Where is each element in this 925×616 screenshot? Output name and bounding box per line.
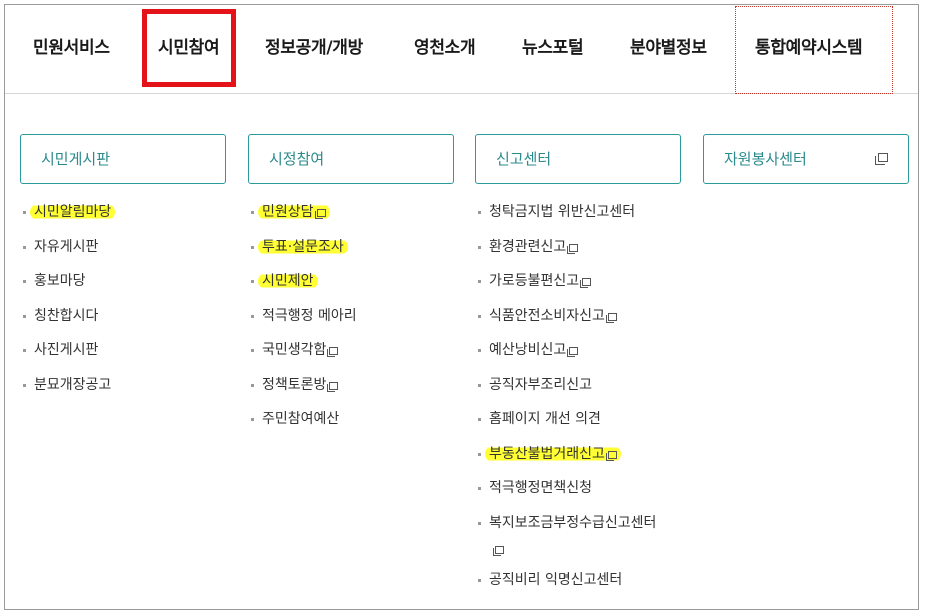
nav-citizen-participation[interactable]: 시민참여	[158, 33, 220, 58]
new-window-icon	[605, 312, 617, 323]
menu-link-label: 민원상담	[262, 204, 314, 220]
menu-link-civil-consult[interactable]: 민원상담	[258, 204, 330, 220]
list-item: 예산낭비신고	[475, 340, 681, 375]
nav-civil-service[interactable]: 민원서비스	[33, 33, 110, 58]
list-item: 가로등불편신고	[475, 271, 681, 306]
list-item: 분묘개장공고	[20, 375, 226, 410]
column-header-volunteer-center[interactable]: 자원봉사센터	[703, 134, 909, 184]
list-item: 시민제안	[248, 271, 454, 306]
menu-link-label: 정책토론방	[262, 376, 327, 393]
menu-link-policy-debate[interactable]: 정책토론방	[262, 376, 339, 393]
menu-link-homepage-feedback[interactable]: 홈페이지 개선 의견	[489, 411, 601, 427]
menu-column-municipal-participation: 시정참여 민원상담 투표·설문조사 시민제안 적극행정 메아리 국민생각함 정책…	[248, 134, 454, 444]
menu-column-citizen-board: 시민게시판 시민알림마당 자유게시판 홍보마당 칭찬합시다 사진게시판 분묘개장…	[20, 134, 226, 409]
list-item: 시민알림마당	[20, 202, 226, 237]
nav-reservation-system[interactable]: 통합예약시스템	[755, 33, 863, 58]
menu-list: 민원상담 투표·설문조사 시민제안 적극행정 메아리 국민생각함 정책토론방 주…	[248, 202, 454, 444]
list-item: 환경관련신고	[475, 237, 681, 272]
menu-link-citizen-notice[interactable]: 시민알림마당	[30, 204, 116, 220]
menu-link-national-ideas[interactable]: 국민생각함	[262, 342, 339, 358]
new-window-icon	[567, 347, 579, 357]
menu-link-label: 식품안전소비자신고	[489, 307, 605, 324]
list-item: 자유게시판	[20, 237, 226, 272]
new-window-icon	[580, 278, 592, 288]
column-header-citizen-board[interactable]: 시민게시판	[20, 134, 226, 184]
menu-column-volunteer-center: 자원봉사센터	[703, 134, 909, 184]
new-window-icon	[567, 243, 579, 254]
menu-link-streetlight-report[interactable]: 가로등불편신고	[489, 273, 592, 289]
new-window-icon	[314, 209, 326, 219]
menu-link-citizen-proposal[interactable]: 시민제안	[258, 273, 318, 289]
menu-link-label: 부동산불법거래신고	[489, 445, 605, 462]
top-navigation: 민원서비스 시민참여 정보공개/개방 영천소개 뉴스포털 분야별정보 통합예약시…	[5, 5, 918, 94]
column-header-municipal-participation[interactable]: 시정참여	[248, 134, 454, 184]
menu-link-grave-notice[interactable]: 분묘개장공고	[34, 377, 111, 393]
menu-link-environment-report[interactable]: 환경관련신고	[489, 238, 579, 255]
list-item: 국민생각함	[248, 340, 454, 375]
menu-link-promotion[interactable]: 홍보마당	[34, 273, 86, 289]
menu-link-active-admin-echo[interactable]: 적극행정 메아리	[262, 308, 357, 324]
menu-link-praise[interactable]: 칭찬합시다	[34, 308, 98, 324]
column-header-report-center[interactable]: 신고센터	[475, 134, 681, 184]
menu-link-free-board[interactable]: 자유게시판	[34, 239, 98, 255]
list-item: 적극행정면책신청	[475, 478, 681, 513]
menu-link-budget-waste-report[interactable]: 예산낭비신고	[489, 342, 579, 358]
nav-about-yeongcheon[interactable]: 영천소개	[414, 33, 476, 58]
list-item: 홍보마당	[20, 271, 226, 306]
menu-link-photo-board[interactable]: 사진게시판	[34, 342, 98, 358]
list-item: 칭찬합시다	[20, 306, 226, 341]
menu-list: 청탁금지법 위반신고센터 환경관련신고 가로등불편신고 식품안전소비자신고 예산…	[475, 202, 681, 604]
list-item: 주민참여예산	[248, 409, 454, 444]
list-item: 민원상담	[248, 202, 454, 237]
new-window-icon	[327, 347, 339, 357]
list-item: 복지보조금부정수급신고센터	[475, 513, 681, 570]
list-item: 적극행정 메아리	[248, 306, 454, 341]
list-item: 사진게시판	[20, 340, 226, 375]
mega-menu: 민원서비스 시민참여 정보공개/개방 영천소개 뉴스포털 분야별정보 통합예약시…	[4, 4, 919, 610]
list-item: 부동산불법거래신고	[475, 444, 681, 479]
new-window-icon	[605, 450, 617, 461]
menu-link-label: 가로등불편신고	[489, 273, 580, 289]
nav-field-info[interactable]: 분야별정보	[630, 33, 707, 58]
menu-link-label: 예산낭비신고	[489, 342, 567, 358]
new-window-icon	[875, 153, 888, 165]
list-item: 식품안전소비자신고	[475, 306, 681, 341]
list-item: 홈페이지 개선 의견	[475, 409, 681, 444]
list-item: 공직자부조리신고	[475, 375, 681, 410]
menu-list: 시민알림마당 자유게시판 홍보마당 칭찬합시다 사진게시판 분묘개장공고	[20, 202, 226, 409]
menu-link-label: 환경관련신고	[489, 238, 567, 255]
menu-link-active-admin-exemption[interactable]: 적극행정면책신청	[489, 480, 592, 496]
column-header-label: 자원봉사센터	[724, 150, 807, 168]
list-item: 투표·설문조사	[248, 237, 454, 272]
menu-link-anti-graft-report[interactable]: 청탁금지법 위반신고센터	[489, 204, 635, 220]
menu-link-welfare-fraud-report[interactable]: 복지보조금부정수급신고센터	[489, 515, 681, 559]
new-window-icon	[327, 381, 339, 392]
menu-link-participatory-budget[interactable]: 주민참여예산	[262, 411, 339, 427]
list-item: 공직비리 익명신고센터	[475, 570, 681, 605]
new-window-icon	[493, 545, 504, 556]
menu-link-vote-survey[interactable]: 투표·설문조사	[258, 238, 348, 255]
menu-link-real-estate-report[interactable]: 부동산불법거래신고	[485, 445, 621, 462]
list-item: 청탁금지법 위반신고센터	[475, 202, 681, 237]
menu-link-official-misconduct-report[interactable]: 공직자부조리신고	[489, 377, 592, 393]
nav-info-disclosure[interactable]: 정보공개/개방	[265, 33, 363, 58]
menu-link-anonymous-corruption-report[interactable]: 공직비리 익명신고센터	[489, 572, 622, 588]
menu-column-report-center: 신고센터 청탁금지법 위반신고센터 환경관련신고 가로등불편신고 식품안전소비자…	[475, 134, 681, 604]
menu-link-label: 복지보조금부정수급신고센터	[489, 514, 657, 531]
menu-link-label: 국민생각함	[262, 342, 327, 358]
nav-news-portal[interactable]: 뉴스포털	[522, 33, 584, 58]
list-item: 정책토론방	[248, 375, 454, 410]
menu-link-food-safety-report[interactable]: 식품안전소비자신고	[489, 308, 617, 324]
